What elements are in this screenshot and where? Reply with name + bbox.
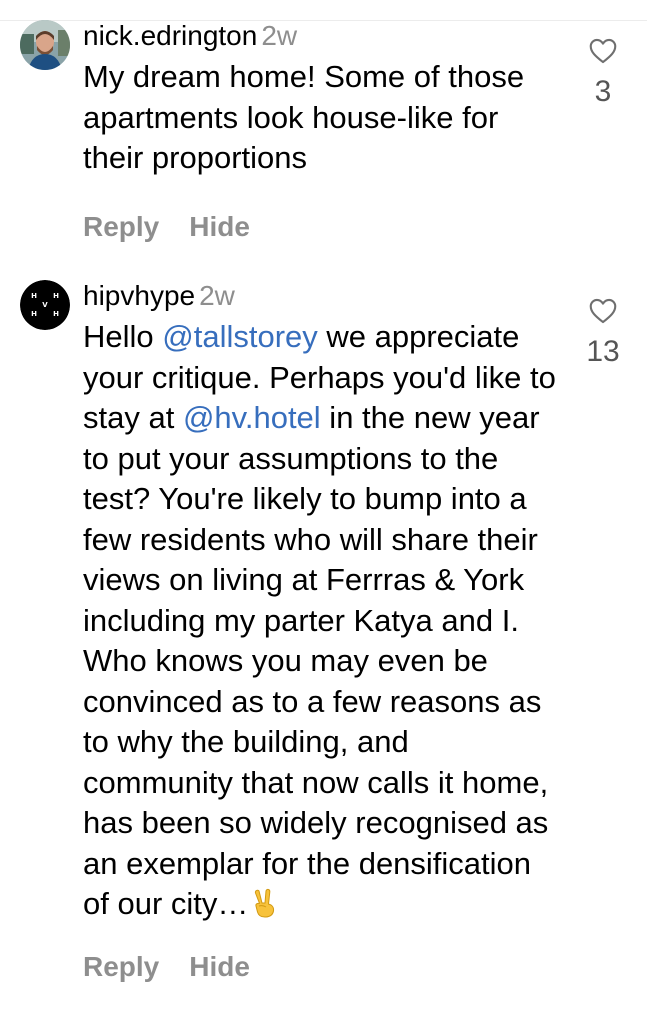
comment-username[interactable]: hipvhype xyxy=(83,280,195,311)
avatar[interactable] xyxy=(20,20,70,70)
comment-time: 2w xyxy=(199,280,235,311)
reply-button[interactable]: Reply xyxy=(83,949,159,985)
mention-link[interactable]: @hv.hotel xyxy=(183,400,321,435)
comment-text-part: Hello xyxy=(83,319,163,354)
svg-text:V: V xyxy=(42,301,48,309)
victory-hand-emoji xyxy=(255,888,275,918)
comment-text: My dream home! Some of those apartments … xyxy=(83,57,563,179)
heart-icon[interactable] xyxy=(589,298,617,324)
like-count: 3 xyxy=(594,75,612,108)
svg-text:H: H xyxy=(53,310,59,318)
hvh-logo-avatar: H H V H H xyxy=(20,280,70,330)
heart-icon[interactable] xyxy=(589,38,617,64)
svg-text:H: H xyxy=(31,292,37,300)
comment-text-part: in the new year to put your assumptions … xyxy=(83,400,549,921)
mention-link[interactable]: @tallstorey xyxy=(162,319,318,354)
like-count: 13 xyxy=(586,335,620,368)
comment-username[interactable]: nick.edrington xyxy=(83,20,257,51)
comment-text-part: My dream home! Some of those apartments … xyxy=(83,59,525,175)
hide-button[interactable]: Hide xyxy=(189,949,250,985)
hide-button[interactable]: Hide xyxy=(189,209,250,245)
comment-time: 2w xyxy=(261,20,298,51)
comment-text: Hello @tallstorey we appreciate your cri… xyxy=(83,317,563,925)
avatar[interactable]: H H V H H xyxy=(20,280,70,330)
avatar-photo xyxy=(20,20,70,70)
svg-text:H: H xyxy=(31,310,37,318)
svg-text:H: H xyxy=(53,292,59,300)
reply-button[interactable]: Reply xyxy=(83,209,159,245)
